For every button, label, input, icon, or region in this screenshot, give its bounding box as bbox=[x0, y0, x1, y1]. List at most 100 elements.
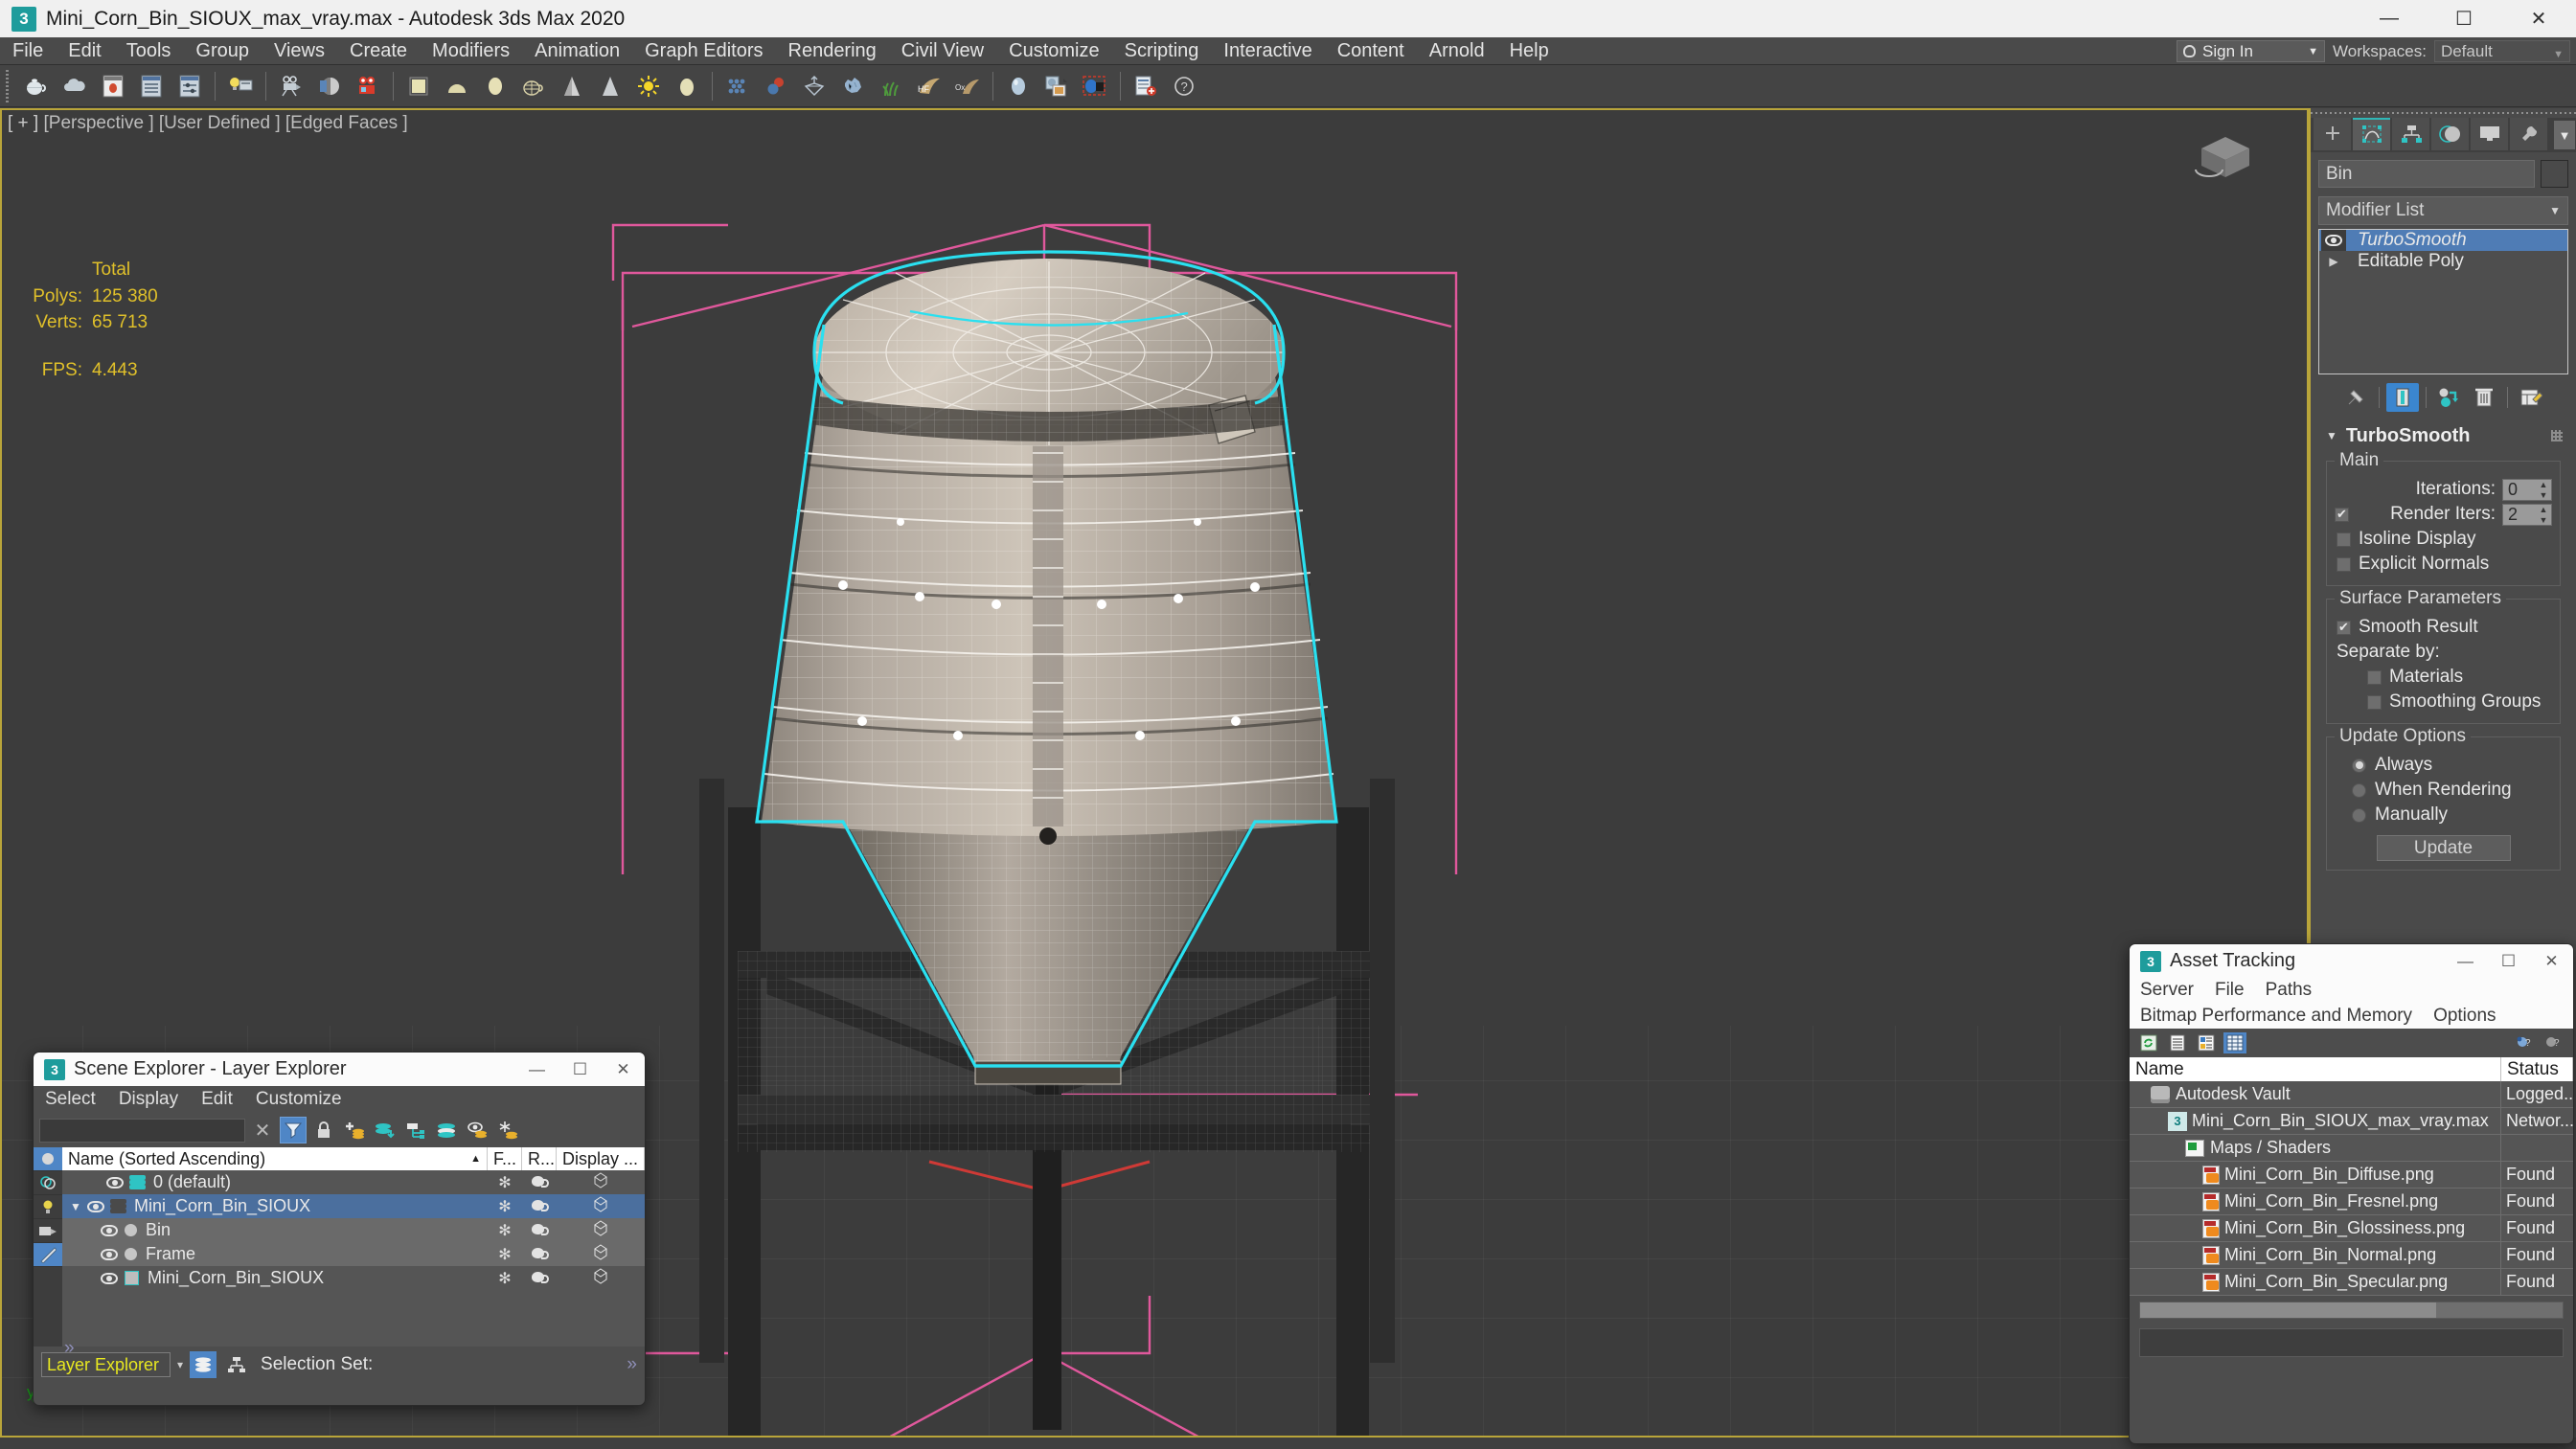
show-end-result-icon[interactable] bbox=[2386, 383, 2419, 412]
menu-item-edit[interactable]: Edit bbox=[190, 1089, 244, 1110]
workspaces-selector[interactable]: Workspaces: Default ▼ bbox=[2333, 40, 2570, 62]
sign-in-button[interactable]: Sign In ▼ bbox=[2177, 40, 2325, 62]
list-item[interactable]: Bin ✻ bbox=[62, 1218, 645, 1242]
asset-tracking-toolbar[interactable]: ? ? bbox=[2130, 1029, 2573, 1057]
modifier-stack[interactable]: TurboSmooth ▶ Editable Poly bbox=[2318, 229, 2568, 374]
search-input[interactable] bbox=[39, 1118, 245, 1143]
materials-row[interactable]: Materials bbox=[2335, 665, 2552, 690]
close-button[interactable]: ✕ bbox=[602, 1053, 645, 1086]
oval-material-icon[interactable] bbox=[477, 68, 513, 104]
scene-explorer-side-tabs[interactable] bbox=[34, 1147, 62, 1347]
freeze-icon[interactable]: ✻ bbox=[488, 1245, 522, 1264]
scene-explorer-column-headers[interactable]: Name (Sorted Ascending) ▲ F... R... Disp… bbox=[62, 1147, 645, 1170]
table-row[interactable]: Maps / Shaders bbox=[2130, 1134, 2573, 1162]
chevron-down-icon[interactable]: ▾ bbox=[177, 1358, 183, 1371]
asset-tracking-list[interactable]: Name Status Autodesk Vault Logged... 3 M… bbox=[2130, 1057, 2573, 1296]
menu-item-edit[interactable]: Edit bbox=[56, 37, 113, 65]
freeze-layer-icon[interactable] bbox=[494, 1117, 521, 1143]
rollout-drag-handle[interactable] bbox=[2551, 430, 2563, 441]
eye-icon[interactable] bbox=[101, 1224, 118, 1236]
menu-item-tools[interactable]: Tools bbox=[114, 37, 184, 65]
pin-stack-icon[interactable] bbox=[2339, 383, 2372, 412]
lights-tab-icon[interactable] bbox=[34, 1195, 62, 1219]
render-production-icon[interactable] bbox=[350, 68, 386, 104]
eye-icon[interactable] bbox=[106, 1176, 124, 1189]
toolbar-grip[interactable] bbox=[4, 69, 12, 102]
make-unique-icon[interactable] bbox=[2433, 383, 2466, 412]
freeze-icon[interactable]: ✻ bbox=[488, 1173, 522, 1192]
create-tab-icon[interactable] bbox=[2314, 118, 2351, 150]
smoothing-groups-checkbox[interactable] bbox=[2367, 694, 2382, 710]
scrollbar-thumb[interactable] bbox=[2140, 1302, 2436, 1318]
material-map-browser-icon[interactable] bbox=[1038, 68, 1075, 104]
table-row[interactable]: 3 Mini_Corn_Bin_SIOUX_max_vray.max Netwo… bbox=[2130, 1107, 2573, 1135]
minimize-button[interactable]: — bbox=[2352, 0, 2427, 37]
isoline-display-row[interactable]: Isoline Display bbox=[2335, 527, 2552, 552]
display-tab-icon[interactable] bbox=[2471, 118, 2508, 150]
teapot-wire-icon[interactable] bbox=[515, 68, 552, 104]
remove-modifier-icon[interactable] bbox=[2468, 383, 2500, 412]
modifier-stack-item-editable-poly[interactable]: ▶ Editable Poly bbox=[2319, 251, 2567, 272]
menu-item-graph-editors[interactable]: Graph Editors bbox=[632, 37, 775, 65]
asset-tracking-window[interactable]: 3 Asset Tracking — ☐ ✕ Server File Paths… bbox=[2129, 943, 2574, 1444]
maximize-button[interactable]: ☐ bbox=[2427, 0, 2501, 37]
object-color-swatch[interactable] bbox=[2541, 160, 2568, 188]
collapse-arrow-icon[interactable]: ▼ bbox=[70, 1200, 87, 1213]
rollout-header[interactable]: ▼ TurboSmooth bbox=[2313, 423, 2574, 448]
renderable-icon[interactable] bbox=[522, 1172, 557, 1192]
viewport-label-edgedfaces[interactable]: [Edged Faces ] bbox=[285, 113, 408, 133]
display-icon[interactable] bbox=[557, 1219, 645, 1241]
horizontal-scrollbar[interactable] bbox=[2139, 1302, 2564, 1319]
render-setup-icon[interactable] bbox=[95, 68, 131, 104]
display-icon[interactable] bbox=[557, 1171, 645, 1193]
cameras-tab-icon[interactable] bbox=[34, 1219, 62, 1243]
command-panel-grip[interactable] bbox=[2311, 108, 2576, 118]
modifier-stack-item-turbosmooth[interactable]: TurboSmooth bbox=[2319, 230, 2567, 251]
renderable-icon[interactable] bbox=[522, 1268, 557, 1288]
eye-icon[interactable] bbox=[2321, 230, 2346, 251]
turbosmooth-rollout[interactable]: ▼ TurboSmooth Main Iterations: 0 ▲ ▼ ✔ Re… bbox=[2313, 423, 2574, 871]
iterations-spinner[interactable]: 0 ▲ ▼ bbox=[2502, 478, 2552, 501]
scene-explorer-title-bar[interactable]: 3 Scene Explorer - Layer Explorer — ☐ ✕ bbox=[34, 1053, 645, 1086]
spinner-arrows-icon[interactable]: ▲ ▼ bbox=[2538, 505, 2549, 524]
eye-icon[interactable] bbox=[101, 1248, 118, 1260]
cone-gradient-icon[interactable] bbox=[554, 68, 590, 104]
list-item[interactable]: ▼ Mini_Corn_Bin_SIOUX ✻ bbox=[62, 1194, 645, 1218]
menu-item-help[interactable]: Help bbox=[1497, 37, 1562, 65]
minimize-button[interactable]: — bbox=[2444, 944, 2487, 978]
menu-item-bitmap-performance-and-memory[interactable]: Bitmap Performance and Memory bbox=[2130, 1006, 2423, 1027]
update-manually-row[interactable]: Manually bbox=[2335, 803, 2552, 827]
menu-item-file[interactable]: File bbox=[0, 37, 56, 65]
view-cube-icon[interactable] bbox=[2192, 127, 2259, 187]
expand-chevron-right[interactable]: » bbox=[627, 1354, 637, 1375]
table-row[interactable]: Mini_Corn_Bin_Specular.png Found bbox=[2130, 1268, 2573, 1296]
render-iters-row[interactable]: ✔ Render Iters: 2 ▲ ▼ bbox=[2335, 502, 2552, 527]
column-header-frozen[interactable]: F... bbox=[488, 1147, 522, 1170]
viewport-label-shading[interactable]: [User Defined ] bbox=[159, 113, 281, 133]
viewport-label-view[interactable]: [Perspective ] bbox=[44, 113, 154, 133]
smooth-result-row[interactable]: ✔ Smooth Result bbox=[2335, 615, 2552, 640]
freeze-icon[interactable]: ✻ bbox=[488, 1197, 522, 1216]
space-warp-icon[interactable] bbox=[796, 68, 832, 104]
column-header-status[interactable]: Status bbox=[2501, 1057, 2573, 1081]
maximize-button[interactable]: ☐ bbox=[559, 1053, 602, 1086]
menu-item-civil-view[interactable]: Civil View bbox=[889, 37, 996, 65]
sun-icon[interactable] bbox=[630, 68, 667, 104]
table-row[interactable]: Mini_Corn_Bin_Normal.png Found bbox=[2130, 1241, 2573, 1269]
eye-icon[interactable] bbox=[101, 1272, 118, 1284]
explicit-normals-checkbox[interactable] bbox=[2337, 556, 2351, 572]
menu-item-scripting[interactable]: Scripting bbox=[1112, 37, 1212, 65]
scene-explorer-list[interactable]: Name (Sorted Ascending) ▲ F... R... Disp… bbox=[62, 1147, 645, 1358]
minimize-button[interactable]: — bbox=[515, 1053, 559, 1086]
renderable-icon[interactable] bbox=[522, 1196, 557, 1216]
menu-item-arnold[interactable]: Arnold bbox=[1417, 37, 1497, 65]
grass-icon[interactable] bbox=[873, 68, 909, 104]
modify-tab-icon[interactable] bbox=[2353, 118, 2390, 150]
render-iters-checkbox[interactable]: ✔ bbox=[2335, 507, 2349, 522]
motion-tab-icon[interactable] bbox=[2431, 118, 2469, 150]
shapes-tab-icon[interactable] bbox=[34, 1171, 62, 1195]
table-row[interactable]: Mini_Corn_Bin_Fresnel.png Found bbox=[2130, 1188, 2573, 1215]
menu-item-paths[interactable]: Paths bbox=[2255, 980, 2323, 1001]
layer-explorer-name-field[interactable]: Layer Explorer bbox=[41, 1352, 171, 1377]
command-panel-tabs[interactable]: ▼ bbox=[2311, 118, 2576, 152]
